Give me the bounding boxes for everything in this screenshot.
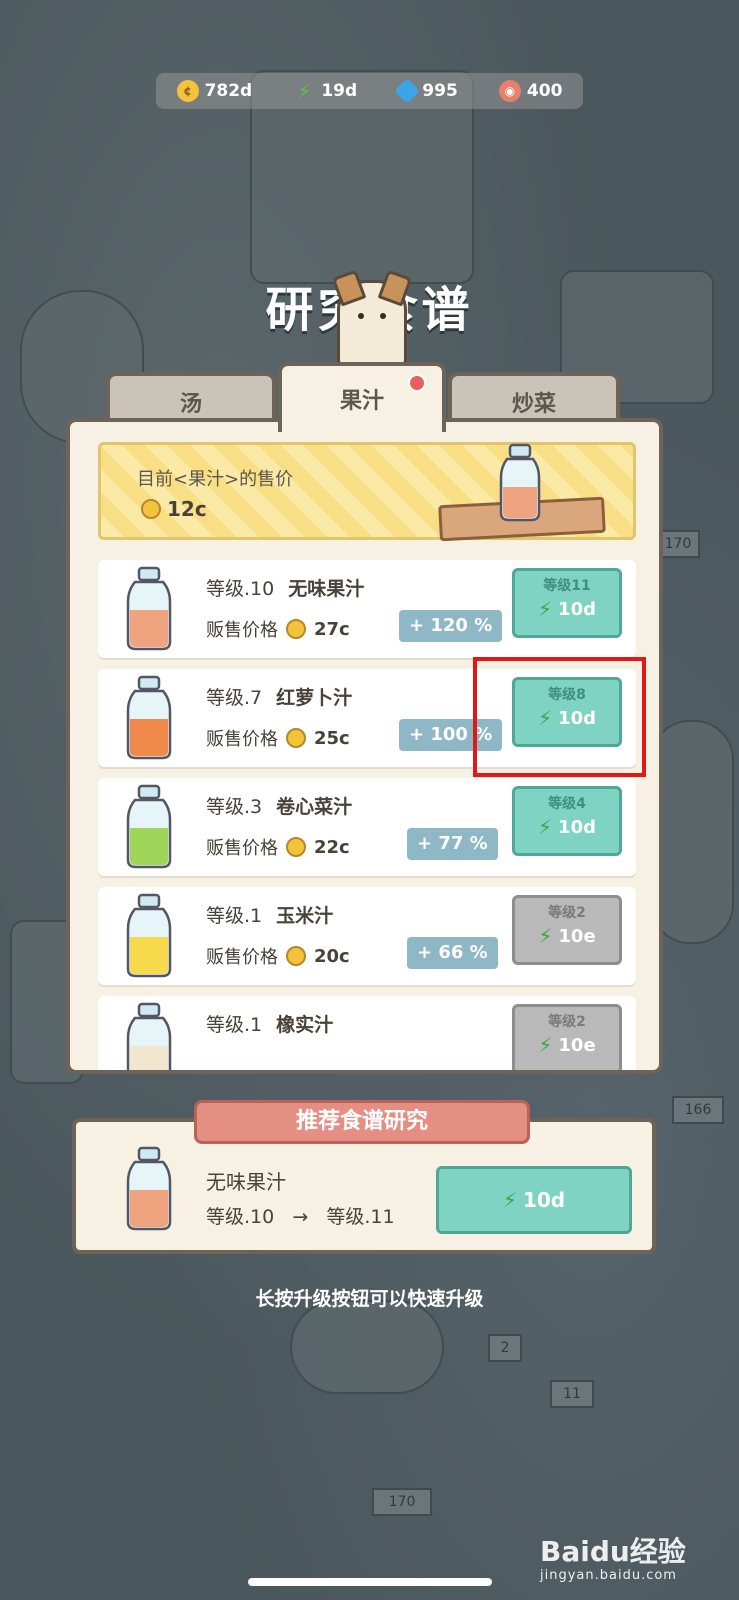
- dog-mascot-icon: [331, 269, 413, 368]
- background-sign-11: 11: [550, 1380, 594, 1408]
- coin-icon: [286, 946, 306, 966]
- coin-icon: [286, 728, 306, 748]
- upgrade-button-disabled[interactable]: 等级2 ⚡ 10e: [512, 1004, 622, 1070]
- list-item: 等级.1 橡实汁 等级2 ⚡ 10e: [98, 996, 636, 1070]
- recipe-name: 等级.1 橡实汁: [206, 1014, 334, 1036]
- coin-icon: ¢: [176, 80, 199, 102]
- recommend-name: 无味果汁: [206, 1170, 286, 1194]
- price-value: 12c: [141, 497, 207, 521]
- bonus-badge: + 120 %: [399, 610, 503, 642]
- bottle-icon: [124, 1002, 174, 1070]
- gems-value: 995: [422, 81, 458, 101]
- lightning-icon: ⚡: [502, 1188, 517, 1212]
- coin-icon: [141, 499, 161, 519]
- tab-soup-label: 汤: [179, 392, 202, 417]
- recipe-sale: 贩售价格 20c: [206, 945, 350, 969]
- lightning-icon: ⚡: [538, 815, 553, 839]
- tab-juice-label: 果汁: [339, 389, 384, 414]
- list-item: 等级.10 无味果汁 贩售价格 27c + 120 % 等级11 ⚡ 10d: [98, 560, 636, 658]
- bottle-icon: [124, 784, 174, 874]
- bottle-icon: [124, 1146, 174, 1236]
- energy-value: 19d: [321, 81, 358, 101]
- recipe-sale: 贩售价格 27c: [206, 618, 350, 642]
- lightning-icon: ⚡: [538, 597, 553, 621]
- resource-coins[interactable]: ¢ 782d: [176, 80, 253, 102]
- upgrade-button-disabled[interactable]: 等级2 ⚡ 10e: [512, 895, 622, 965]
- recipe-name: 等级.10 无味果汁: [206, 578, 365, 600]
- resource-energy[interactable]: ⚡ 19d: [293, 79, 358, 103]
- shells-value: 400: [526, 81, 563, 101]
- gem-icon: [394, 78, 421, 104]
- bonus-badge: + 77 %: [407, 828, 498, 860]
- upgrade-button[interactable]: 等级4 ⚡ 10d: [512, 786, 622, 856]
- bonus-badge: + 66 %: [407, 937, 498, 969]
- background-sign-166: 166: [672, 1096, 724, 1124]
- tab-juice[interactable]: 果汁: [278, 362, 446, 432]
- recipe-sale: 贩售价格 22c: [206, 836, 350, 860]
- coin-icon: [286, 837, 306, 857]
- resource-bar: ¢ 782d ⚡ 19d 995 ◉ 400: [156, 73, 583, 109]
- background-sign-2: 2: [488, 1334, 522, 1362]
- background-pot: [290, 1300, 444, 1394]
- bottle-icon: [124, 675, 174, 765]
- recipe-sale: 贩售价格 25c: [206, 727, 350, 751]
- shell-icon: ◉: [498, 80, 521, 102]
- baidu-watermark: Baidu经验 jingyan.baidu.com: [540, 1535, 686, 1583]
- bottle-icon: [124, 893, 174, 983]
- recommend-title: 推荐食谱研究: [194, 1100, 530, 1144]
- list-item: 等级.3 卷心菜汁 贩售价格 22c + 77 % 等级4 ⚡ 10d: [98, 778, 636, 876]
- tab-stirfry-label: 炒菜: [511, 392, 556, 417]
- lightning-icon: ⚡: [538, 1033, 553, 1057]
- coins-value: 782d: [204, 81, 253, 101]
- bottle-icon: [124, 566, 174, 656]
- background-sign-170b: 170: [372, 1488, 432, 1516]
- hint-text: 长按升级按钮可以快速升级: [255, 1288, 484, 1310]
- resource-gems[interactable]: 995: [394, 78, 458, 104]
- lightning-icon: ⚡: [538, 924, 553, 948]
- resource-shells[interactable]: ◉ 400: [498, 80, 563, 102]
- price-banner: 目前<果汁>的售价 12c: [98, 442, 636, 542]
- lightning-icon: ⚡: [297, 79, 312, 103]
- recipe-name: 等级.1 玉米汁: [206, 905, 334, 927]
- coin-icon: [286, 619, 306, 639]
- price-label: 目前<果汁>的售价: [137, 469, 294, 490]
- recipe-name: 等级.7 红萝卜汁: [206, 687, 353, 709]
- highlight-box: [473, 657, 646, 777]
- home-indicator[interactable]: [248, 1578, 492, 1586]
- recipe-name: 等级.3 卷心菜汁: [206, 796, 353, 818]
- recommend-levels: 等级.10 → 等级.11: [206, 1206, 395, 1228]
- recommend-upgrade-button[interactable]: ⚡ 10d: [436, 1166, 632, 1234]
- bottle-icon: [497, 443, 543, 527]
- list-item: 等级.1 玉米汁 贩售价格 20c + 66 % 等级2 ⚡ 10e: [98, 887, 636, 985]
- upgrade-button[interactable]: 等级11 ⚡ 10d: [512, 568, 622, 638]
- notification-dot-icon: [408, 374, 426, 392]
- price-amount: 12c: [167, 497, 207, 521]
